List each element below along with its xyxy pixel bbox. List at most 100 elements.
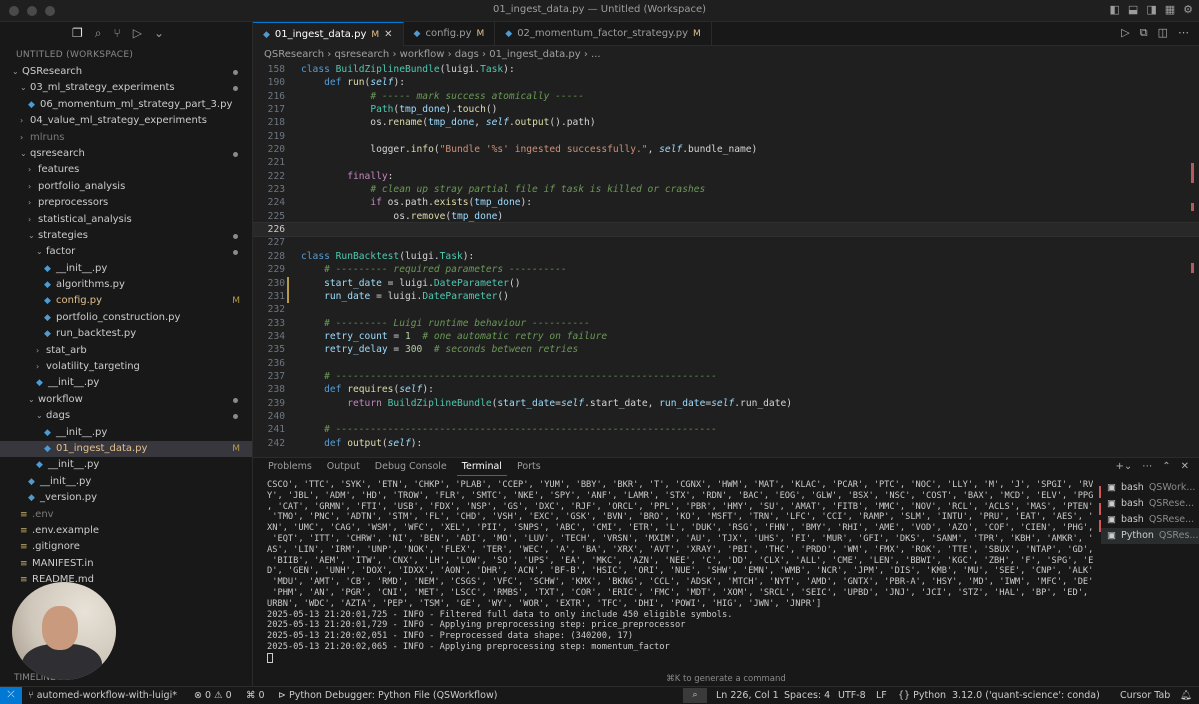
breadcrumb-item[interactable]: ... [591,49,601,60]
ports-indicator[interactable]: ⌘ 0 [246,687,265,704]
terminal-instance[interactable]: ▣ bash QSRese... [1101,496,1199,512]
close-tab-icon[interactable]: ✕ [384,23,392,47]
tree-file[interactable]: ◆ 01_ingest_data.py M [0,440,252,458]
code-line[interactable]: 220 logger.info("Bundle '%s' ingested su… [253,143,1199,156]
close-panel-icon[interactable]: ✕ [1181,461,1189,472]
code-line[interactable]: 219 [253,130,1199,143]
code-line[interactable]: 236 [253,357,1199,370]
source-control-icon[interactable]: ⑂ [114,26,121,46]
customize-layout-icon[interactable]: ▦ [1165,3,1175,16]
code-line[interactable]: 218 os.rename(tmp_done, self.output().pa… [253,116,1199,129]
settings-gear-icon[interactable]: ⚙ [1183,3,1193,16]
notifications-bell-icon[interactable]: 🔔︎ [1180,687,1192,704]
tree-file[interactable]: ◆ __init__.py [0,474,252,490]
tree-folder[interactable]: › stat_arb [0,343,252,359]
terminal-instance[interactable]: ▣ Python QSRes... [1101,528,1199,544]
tree-folder[interactable]: › preprocessors [0,195,252,211]
tree-file[interactable]: ◆ config.py M [0,293,252,309]
code-line[interactable]: 242 def output(self): [253,437,1199,450]
panel-tab-terminal[interactable]: Terminal [456,458,507,476]
code-line[interactable]: 216 # ----- mark success atomically ----… [253,90,1199,103]
language-mode[interactable]: {} Python [898,687,946,704]
explorer-icon[interactable]: ❐ [72,26,83,46]
open-changes-icon[interactable]: ⧉ [1140,26,1148,40]
workspace-header[interactable]: UNTITLED (WORKSPACE) [0,46,252,64]
terminal-instance[interactable]: ▣ bash QSWork... [1101,480,1199,496]
code-line[interactable]: 240 [253,410,1199,423]
tree-file[interactable]: ◆ __init__.py [0,425,252,441]
code-line[interactable]: 226 [253,222,1199,238]
code-line[interactable]: 222 finally: [253,170,1199,183]
encoding-indicator[interactable]: UTF-8 [838,687,866,704]
toggle-panel-icon[interactable]: ⬓ [1128,3,1138,16]
tree-folder[interactable]: › 04_value_ml_strategy_experiments [0,113,252,129]
zoom-icon[interactable]: ⌕ [683,688,707,703]
terminal-instance[interactable]: ▣ bash QSRese... [1101,512,1199,528]
code-line[interactable]: 158 class BuildZiplineBundle(luigi.Task): [253,63,1199,76]
tree-folder[interactable]: › features [0,162,252,178]
problems-indicator[interactable]: ⊗ 0 ⚠ 0 [194,687,232,704]
code-line[interactable]: 239 return BuildZiplineBundle(start_date… [253,397,1199,410]
panel-tab-problems[interactable]: Problems [263,458,317,476]
toggle-secondary-sidebar-icon[interactable]: ◨ [1146,3,1156,16]
tree-file[interactable]: ◆ _version.py [0,490,252,506]
tree-folder[interactable]: › portfolio_analysis [0,179,252,195]
code-line[interactable]: 190 def run(self): [253,76,1199,89]
terminal-prompt[interactable] [267,652,1093,664]
eol-indicator[interactable]: LF [876,687,887,704]
tree-folder[interactable]: ⌄ workflow [0,392,252,408]
code-editor[interactable]: 158 class BuildZiplineBundle(luigi.Task):… [253,63,1199,457]
code-line[interactable]: 230 start_date = luigi.DateParameter() [253,276,1199,290]
more-actions-icon[interactable]: ⋯ [1142,461,1152,472]
more-actions-icon[interactable]: ⋯ [1178,26,1189,40]
toggle-sidebar-icon[interactable]: ◧ [1110,3,1120,16]
tree-folder[interactable]: › statistical_analysis [0,212,252,228]
editor-tab[interactable]: ◆ 02_momentum_factor_strategy.py M [495,22,712,46]
tree-folder[interactable]: › volatility_targeting [0,359,252,375]
tree-file[interactable]: ◆ __init__.py [0,375,252,391]
code-line[interactable]: 241 # ----------------------------------… [253,423,1199,436]
panel-tab-ports[interactable]: Ports [512,458,546,476]
code-line[interactable]: 234 retry_count = 1 # one automatic retr… [253,330,1199,343]
tree-file[interactable]: ≡ .env.example [0,523,252,539]
code-line[interactable]: 223 # clean up stray partial file if tas… [253,183,1199,196]
tree-file[interactable]: ≡ MANIFEST.in [0,556,252,572]
code-line[interactable]: 232 [253,303,1199,316]
debug-config-indicator[interactable]: ⊳ Python Debugger: Python File (QSWorkfl… [278,687,497,704]
editor-tab[interactable]: ◆ config.py M [404,22,496,46]
new-terminal-icon[interactable]: +⌄ [1115,461,1132,472]
code-line[interactable]: 231 run_date = luigi.DateParameter() [253,289,1199,304]
tree-file[interactable]: ≡ .env [0,507,252,523]
code-line[interactable]: 238 def requires(self): [253,383,1199,396]
code-line[interactable]: 221 [253,156,1199,169]
breadcrumb-item[interactable]: workflow [400,49,445,60]
tree-folder[interactable]: › mlruns [0,130,252,146]
tree-file[interactable]: ◆ algorithms.py [0,277,252,293]
panel-tab-debug-console[interactable]: Debug Console [370,458,452,476]
tree-folder[interactable]: ⌄ 03_ml_strategy_experiments [0,80,252,96]
code-line[interactable]: 233 # --------- Luigi runtime behaviour … [253,317,1199,330]
breadcrumb-item[interactable]: qsresearch [334,49,389,60]
tree-file[interactable]: ◆ run_backtest.py [0,326,252,342]
branch-indicator[interactable]: ⑂ automed-workflow-with-luigi* [28,687,177,704]
breadcrumb-item[interactable]: dags [455,49,479,60]
tree-file[interactable]: ◆ __init__.py [0,457,252,473]
tree-file[interactable]: ◆ __init__.py [0,261,252,277]
tree-file[interactable]: ◆ portfolio_construction.py [0,310,252,326]
search-icon[interactable]: ⌕ [95,26,102,46]
cursor-tab-indicator[interactable]: Cursor Tab [1120,687,1170,704]
tree-file[interactable]: ≡ .gitignore [0,539,252,555]
code-line[interactable]: 217 Path(tmp_done).touch() [253,103,1199,116]
run-debug-icon[interactable]: ▷ [133,26,142,46]
tree-folder[interactable]: ⌄ dags [0,408,252,424]
split-editor-icon[interactable]: ◫ [1158,26,1168,40]
breadcrumb-item[interactable]: QSResearch [264,49,324,60]
code-line[interactable]: 237 # ----------------------------------… [253,370,1199,383]
tree-folder[interactable]: ⌄ factor [0,244,252,260]
remote-indicator-icon[interactable]: ⤫ [0,687,22,704]
terminal-output[interactable]: CSCO', 'TTC', 'SYK', 'ETN', 'CHKP', 'PLA… [267,480,1093,680]
tree-folder[interactable]: ⌄ qsresearch [0,146,252,162]
code-line[interactable]: 235 retry_delay = 300 # seconds between … [253,343,1199,356]
python-interpreter[interactable]: 3.12.0 ('quant-science': conda) [952,687,1100,704]
code-line[interactable]: 225 os.remove(tmp_done) [253,210,1199,223]
